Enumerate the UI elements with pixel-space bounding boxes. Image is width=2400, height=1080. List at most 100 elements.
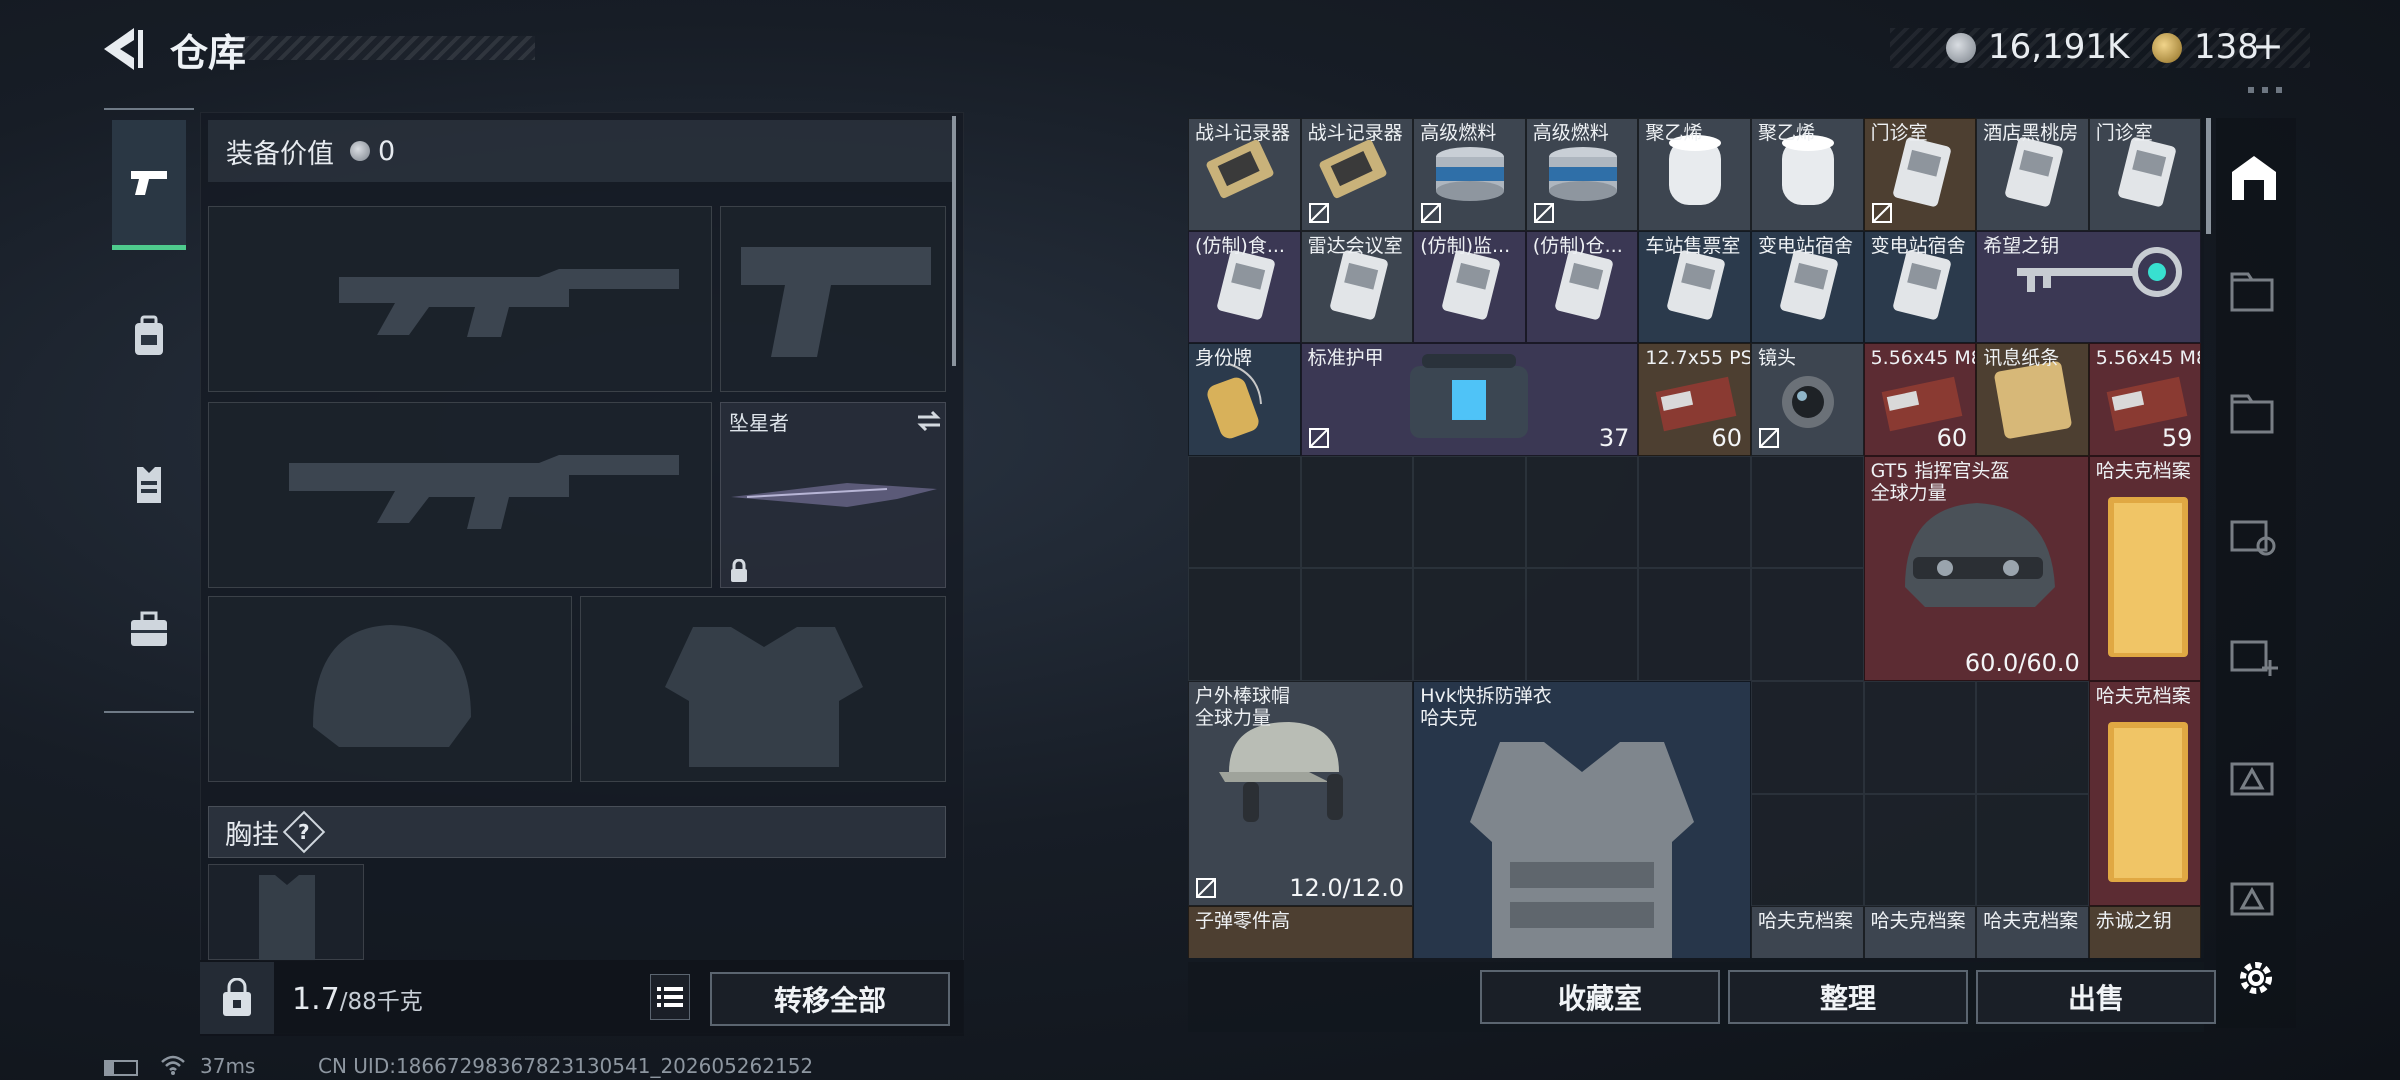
inventory-item[interactable]: 战斗记录器 bbox=[1188, 118, 1301, 231]
tab-backpack[interactable] bbox=[112, 272, 186, 402]
inventory-item[interactable]: 镜头 bbox=[1751, 343, 1864, 456]
empty-grid-cell[interactable] bbox=[1863, 681, 1977, 794]
tab-weapons[interactable] bbox=[112, 120, 186, 250]
inventory-item[interactable]: (仿制)监... bbox=[1413, 230, 1526, 344]
empty-grid-cell[interactable] bbox=[1413, 568, 1526, 681]
collection-room-button[interactable]: 收藏室 bbox=[1480, 970, 1720, 1024]
inventory-item[interactable]: GT5 指挥官头盔 全球力量 60.0/60.0 bbox=[1863, 455, 2089, 681]
inventory-item[interactable]: 户外棒球帽 全球力量 12.0/12.0 bbox=[1188, 681, 1414, 907]
storage-tab-1[interactable] bbox=[2226, 266, 2284, 316]
ammo-icon bbox=[2230, 882, 2274, 916]
inventory-item[interactable]: Hvk快拆防弹衣 哈夫克 bbox=[1413, 681, 1751, 958]
inventory-item[interactable]: (仿制)食... bbox=[1188, 230, 1301, 344]
empty-grid-cell[interactable] bbox=[1413, 455, 1526, 569]
inventory-item[interactable]: 5.56x45 M855A1 59 bbox=[2088, 343, 2202, 456]
coin-amount: 16,191K bbox=[1988, 27, 2130, 67]
empty-grid-cell[interactable] bbox=[1188, 455, 1301, 569]
help-icon[interactable]: ? bbox=[282, 810, 326, 854]
warehouse-icon bbox=[2232, 156, 2276, 200]
melee-slot[interactable]: 坠星者 bbox=[720, 402, 946, 588]
rifle-silhouette-icon bbox=[289, 455, 679, 529]
inventory-item[interactable]: (仿制)仓... bbox=[1525, 230, 1639, 344]
tab-vest[interactable] bbox=[112, 420, 186, 550]
pistol-slot[interactable] bbox=[720, 206, 946, 392]
storage-tab-6[interactable] bbox=[2226, 872, 2284, 922]
empty-grid-cell[interactable] bbox=[1751, 793, 1864, 907]
secondary-weapon-slot[interactable] bbox=[208, 402, 712, 588]
empty-grid-cell[interactable] bbox=[1638, 455, 1751, 569]
inventory-item[interactable]: 酒店黑桃房 bbox=[1976, 118, 2089, 231]
item-quantity: 60 bbox=[1936, 423, 1968, 452]
empty-grid-cell[interactable] bbox=[1863, 793, 1977, 907]
chest-rig-slot[interactable] bbox=[208, 864, 364, 961]
inventory-item[interactable]: 哈夫克档案 bbox=[1863, 906, 1977, 958]
inventory-item[interactable]: 雷达会议室 bbox=[1300, 230, 1414, 344]
item-name: 讯息纸条 bbox=[1983, 347, 2060, 370]
warehouse-main-tab[interactable] bbox=[2226, 150, 2286, 206]
empty-grid-cell[interactable] bbox=[1751, 455, 1864, 569]
chest-rig-header: 胸挂 ? bbox=[208, 806, 946, 858]
empty-grid-cell[interactable] bbox=[1525, 568, 1639, 681]
wifi-icon bbox=[160, 1054, 186, 1076]
helmet-slot[interactable] bbox=[208, 596, 572, 782]
backpack-icon bbox=[135, 315, 163, 355]
inventory-item[interactable]: 高级燃料 bbox=[1525, 118, 1639, 231]
inventory-item[interactable]: 身份牌 bbox=[1188, 343, 1301, 456]
medical-icon bbox=[2230, 640, 2278, 676]
backpack-lock-button[interactable] bbox=[200, 962, 274, 1034]
inventory-item[interactable]: 聚乙烯 bbox=[1751, 118, 1864, 231]
empty-grid-cell[interactable] bbox=[1976, 681, 2089, 794]
storage-tab-5[interactable] bbox=[2226, 752, 2284, 802]
empty-grid-cell[interactable] bbox=[1188, 568, 1301, 681]
storage-tab-2[interactable] bbox=[2226, 388, 2284, 438]
empty-grid-cell[interactable] bbox=[1300, 455, 1414, 569]
inventory-item[interactable]: 车站售票室 bbox=[1638, 230, 1751, 344]
inventory-item[interactable]: 门诊室 bbox=[2088, 118, 2202, 231]
inventory-item[interactable]: 哈夫克档案 bbox=[2088, 681, 2202, 907]
inventory-item[interactable]: 5.56x45 M855A1 60 bbox=[1863, 343, 1977, 456]
equipment-scrollbar[interactable] bbox=[952, 116, 956, 366]
organize-button[interactable]: 整理 bbox=[1728, 970, 1968, 1024]
transfer-all-button[interactable]: 转移全部 bbox=[710, 972, 950, 1026]
settings-button[interactable] bbox=[2234, 956, 2278, 1000]
inventory-item[interactable]: 子弹零件高 bbox=[1188, 906, 1414, 958]
inventory-item[interactable]: 标准护甲 37 bbox=[1300, 343, 1639, 456]
inventory-item[interactable]: 变电站宿舍 bbox=[1863, 230, 1977, 344]
inventory-item[interactable]: 希望之钥 bbox=[1976, 230, 2202, 344]
inventory-item[interactable]: 变电站宿舍 bbox=[1751, 230, 1864, 344]
item-name: 5.56x45 M855A1 bbox=[1870, 347, 1976, 370]
inventory-item[interactable]: 哈夫克档案 bbox=[2088, 455, 2202, 681]
back-button[interactable] bbox=[100, 24, 146, 74]
inventory-item[interactable]: 门诊室 bbox=[1863, 118, 1977, 231]
tab-case[interactable] bbox=[112, 565, 186, 695]
weight-value: 1.7 bbox=[292, 982, 340, 1017]
back-arrow-icon bbox=[104, 28, 143, 70]
empty-grid-cell[interactable] bbox=[1751, 568, 1864, 681]
empty-grid-cell[interactable] bbox=[1976, 793, 2089, 907]
inventory-item[interactable]: 高级燃料 bbox=[1413, 118, 1526, 231]
warehouse-scrollbar[interactable] bbox=[2206, 118, 2211, 234]
primary-weapon-slot[interactable] bbox=[208, 206, 712, 392]
item-name: 哈夫克档案 bbox=[1758, 910, 1854, 933]
empty-grid-cell[interactable] bbox=[1751, 681, 1864, 794]
ping-text: 37ms bbox=[200, 1054, 256, 1078]
list-view-button[interactable] bbox=[650, 974, 690, 1020]
inventory-item[interactable]: 聚乙烯 bbox=[1638, 118, 1751, 231]
add-currency-button[interactable]: + bbox=[2252, 24, 2284, 68]
inventory-item[interactable]: 哈夫克档案 bbox=[1751, 906, 1864, 958]
storage-tab-4[interactable] bbox=[2226, 630, 2284, 680]
body-armor-slot[interactable] bbox=[580, 596, 946, 782]
swap-icon[interactable] bbox=[915, 407, 943, 435]
inventory-item[interactable]: 12.7x55 PS12B 60 bbox=[1638, 343, 1751, 456]
sell-button[interactable]: 出售 bbox=[1976, 970, 2216, 1024]
inventory-item[interactable]: 讯息纸条 bbox=[1976, 343, 2089, 456]
empty-grid-cell[interactable] bbox=[1525, 455, 1639, 569]
storage-tab-3[interactable] bbox=[2226, 510, 2284, 560]
inventory-item[interactable]: 赤诚之钥 bbox=[2088, 906, 2202, 958]
inventory-item[interactable]: 战斗记录器 bbox=[1300, 118, 1414, 231]
empty-grid-cell[interactable] bbox=[1638, 568, 1751, 681]
empty-grid-cell[interactable] bbox=[1300, 568, 1414, 681]
weight-capacity: /88千克 bbox=[339, 989, 423, 1015]
item-name: 赤诚之钥 bbox=[2095, 910, 2172, 933]
inventory-item[interactable]: 哈夫克档案 bbox=[1976, 906, 2089, 958]
